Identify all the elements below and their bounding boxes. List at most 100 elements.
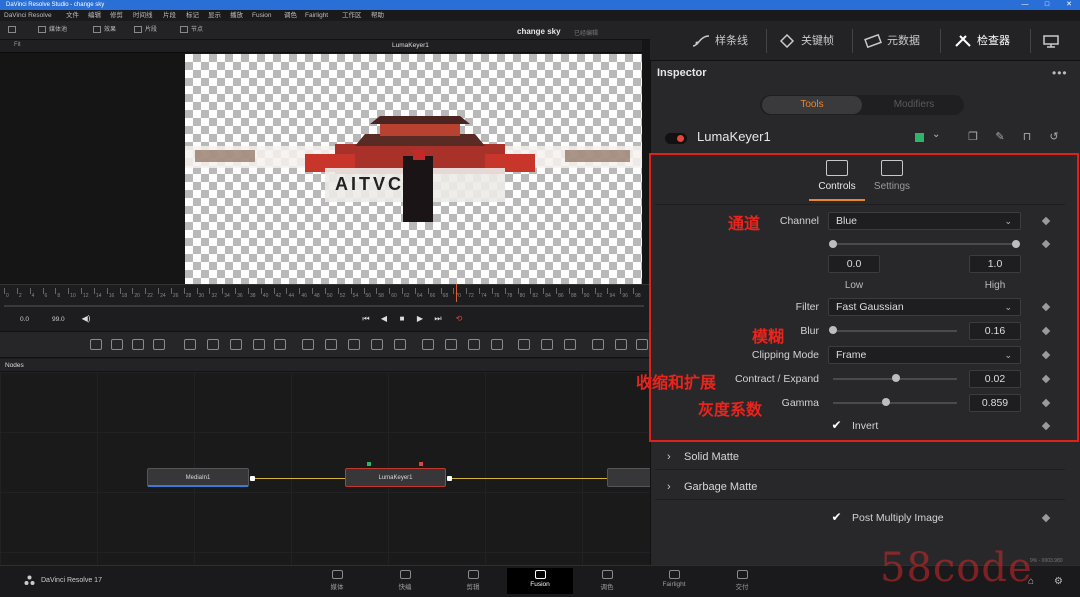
ruler-tick	[260, 288, 262, 294]
bspline-mask-icon[interactable]	[491, 339, 503, 350]
node-input-pin[interactable]	[367, 462, 371, 466]
menu-item[interactable]: 调色	[284, 10, 297, 21]
menu-item[interactable]: 文件	[66, 10, 79, 21]
close-icon[interactable]: ✕	[1058, 0, 1080, 10]
menu-item[interactable]: 时间线	[133, 10, 153, 21]
reset-icon[interactable]: ↺	[1047, 131, 1061, 144]
menu-item[interactable]: Fairlight	[305, 10, 328, 21]
spline-button[interactable]: 样条线	[692, 31, 748, 51]
toolbar-toggle[interactable]	[8, 24, 19, 37]
ruler-tick	[42, 288, 44, 294]
node-mediaout[interactable]	[607, 468, 650, 487]
play-button[interactable]: ▶	[414, 314, 426, 324]
color-corrector-icon[interactable]	[184, 339, 196, 350]
stop-button[interactable]: ■	[396, 314, 408, 324]
timeline-ruler[interactable]: 0 2 4 6 8 10 12 14 16 18 20 22 24 26 28 30 32 34 36 38 40 42 4…	[0, 284, 650, 302]
tab-modifiers[interactable]: Modifiers	[866, 96, 962, 114]
3d-tool-icon[interactable]	[592, 339, 604, 350]
go-to-end-button[interactable]: ⏭	[432, 314, 444, 324]
menu-item[interactable]: 修剪	[110, 10, 123, 21]
more-options-icon[interactable]: •••	[1052, 66, 1068, 80]
page-fairlight[interactable]: Fairlight	[641, 568, 707, 594]
node-color-swatch[interactable]	[915, 133, 924, 142]
levels-icon[interactable]	[230, 339, 242, 350]
curves-icon[interactable]	[207, 339, 219, 350]
playhead[interactable]	[456, 284, 457, 302]
brush-tool-icon[interactable]	[153, 339, 165, 350]
menu-item[interactable]: 片段	[163, 10, 176, 21]
fullscreen-button[interactable]	[1042, 31, 1065, 51]
section-solid-matte[interactable]: › Solid Matte	[655, 446, 1065, 470]
home-icon[interactable]: ⌂	[1028, 576, 1034, 587]
ruler-tick	[273, 288, 275, 294]
clips-button[interactable]: 片段	[134, 24, 157, 37]
effects-button[interactable]: 效果	[93, 24, 116, 37]
transform-icon[interactable]	[348, 339, 360, 350]
tab-tools[interactable]: Tools	[762, 96, 862, 114]
merge-icon[interactable]	[302, 339, 314, 350]
zoom-dropdown[interactable]: Fit	[14, 42, 21, 48]
blur-icon[interactable]	[253, 339, 265, 350]
start-time[interactable]: 0.0	[20, 316, 29, 323]
nodes-button[interactable]: 节点	[180, 24, 203, 37]
paint-tool-icon[interactable]	[111, 339, 123, 350]
viewer-image[interactable]: AITVC	[185, 54, 642, 284]
keyframes-button[interactable]: 关键帧	[778, 31, 834, 51]
page-fusion[interactable]: Fusion	[507, 568, 573, 594]
minimize-icon[interactable]: —	[1014, 0, 1036, 10]
menu-item[interactable]: 工作区	[342, 10, 362, 21]
3d-camera-icon[interactable]	[615, 339, 627, 350]
media-pool-button[interactable]: 媒体池	[38, 24, 67, 37]
menu-item[interactable]: 显示	[208, 10, 221, 21]
ellipse-mask-icon[interactable]	[445, 339, 457, 350]
planar-tracker-icon[interactable]	[541, 339, 553, 350]
menu-item[interactable]: DaVinci Resolve	[4, 10, 52, 21]
go-to-start-button[interactable]: ⏮	[360, 314, 372, 324]
scrub-bar[interactable]	[4, 305, 644, 307]
node-editor[interactable]: MediaIn1 LumaKeyer1	[0, 372, 650, 565]
crop-icon[interactable]	[371, 339, 383, 350]
gear-icon[interactable]: ⚙	[1054, 576, 1063, 587]
page-edit[interactable]: 剪辑	[440, 568, 506, 594]
play-reverse-button[interactable]: ◀	[378, 314, 390, 324]
menu-item[interactable]: 标记	[186, 10, 199, 21]
inspector-button[interactable]: 检查器	[954, 31, 1010, 51]
background-tool-icon[interactable]	[90, 339, 102, 350]
loop-icon[interactable]: ⟲	[453, 314, 465, 324]
node-mediain1[interactable]: MediaIn1	[147, 468, 249, 487]
tracker-icon[interactable]	[518, 339, 530, 350]
node-output-pin[interactable]	[447, 476, 452, 481]
post-multiply-checkbox[interactable]: ✔	[830, 511, 843, 524]
ruler-label: 28	[185, 293, 192, 299]
page-media[interactable]: 媒体	[304, 568, 370, 594]
page-label: Fairlight	[662, 581, 686, 588]
page-color[interactable]: 调色	[574, 568, 640, 594]
glow-icon[interactable]	[274, 339, 286, 350]
page-deliver[interactable]: 交付	[709, 568, 775, 594]
rectangle-mask-icon[interactable]	[422, 339, 434, 350]
menu-item[interactable]: 帮助	[371, 10, 384, 21]
section-garbage-matte[interactable]: › Garbage Matte	[655, 476, 1065, 500]
node-mask-pin[interactable]	[419, 462, 423, 466]
maximize-icon[interactable]: □	[1036, 0, 1058, 10]
polygon-mask-icon[interactable]	[468, 339, 480, 350]
mask-icon[interactable]	[325, 339, 337, 350]
particles-icon[interactable]	[564, 339, 576, 350]
menu-item[interactable]: Fusion	[252, 10, 272, 21]
versions-icon[interactable]: ❐	[966, 131, 980, 144]
3d-render-icon[interactable]	[636, 339, 648, 350]
pin-icon[interactable]: ✎	[993, 131, 1007, 144]
resize-icon[interactable]	[394, 339, 406, 350]
end-time[interactable]: 99.0	[52, 316, 65, 323]
page-cut[interactable]: 快编	[372, 568, 438, 594]
menu-item[interactable]: 编辑	[88, 10, 101, 21]
node-output-pin[interactable]	[250, 476, 255, 481]
lock-icon[interactable]: ⊓	[1020, 131, 1034, 144]
metadata-button[interactable]: 元数据	[864, 31, 920, 51]
menu-item[interactable]: 播放	[230, 10, 243, 21]
text-tool-icon[interactable]	[132, 339, 144, 350]
tool-enable-toggle[interactable]	[665, 133, 687, 144]
chevron-down-icon[interactable]: ⌄	[932, 129, 940, 140]
node-lumakeyer1[interactable]: LumaKeyer1	[345, 468, 446, 487]
audio-icon[interactable]: ◀)	[80, 314, 92, 324]
